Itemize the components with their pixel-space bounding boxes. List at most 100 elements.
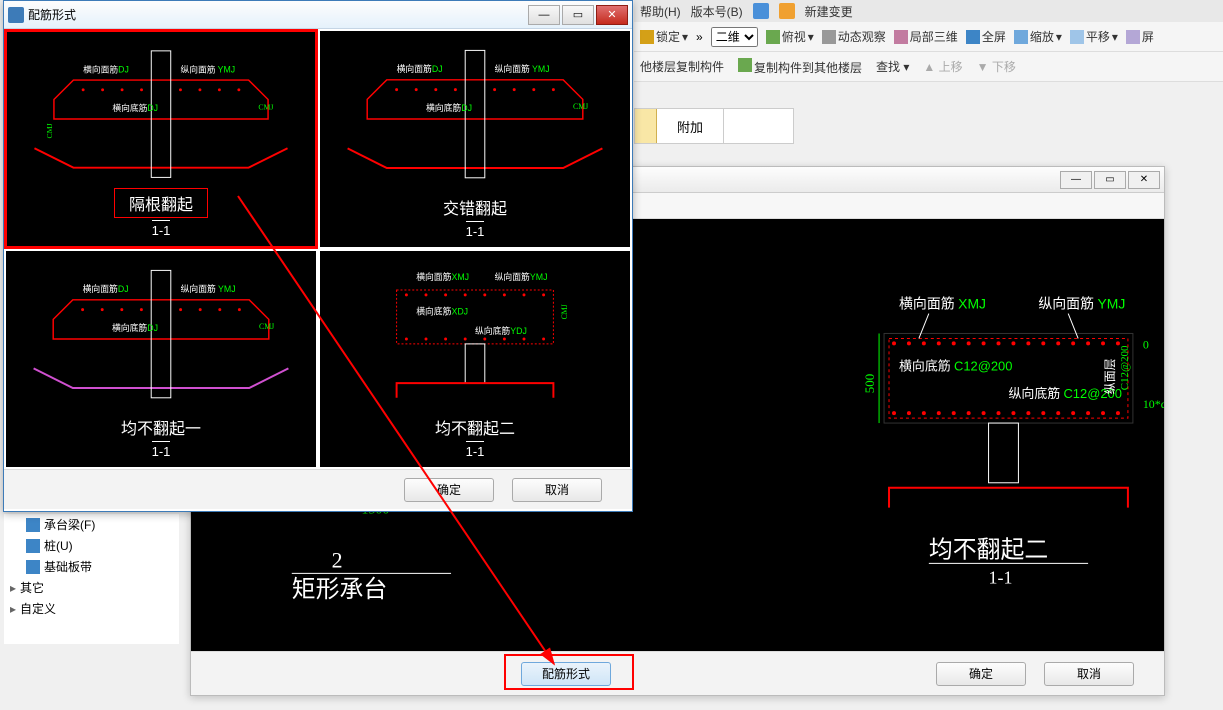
caption-right: 均不翻起二 bbox=[929, 536, 1048, 563]
attach-tabbar: 附加 bbox=[634, 108, 794, 144]
copy-icon bbox=[738, 58, 752, 72]
tab-attach[interactable]: 附加 bbox=[657, 109, 724, 143]
local3d-button[interactable]: 局部三维 bbox=[894, 28, 958, 45]
detail-dialog-buttons: 配筋形式 确定 取消 bbox=[191, 651, 1164, 695]
svg-text:纵向面筋 YMJ: 纵向面筋 YMJ bbox=[495, 63, 550, 74]
rebar-option-junbu1[interactable]: 横向面筋DJ 纵向面筋 YMJ 横向底筋DJ CMJ 均不翻起一 1-1 bbox=[4, 249, 318, 469]
copy-from-floor-button[interactable]: 他楼层复制构件 bbox=[640, 58, 724, 75]
cube-icon bbox=[894, 30, 908, 44]
fullscreen-icon bbox=[966, 30, 980, 44]
dim-500: 500 bbox=[862, 374, 877, 393]
svg-text:横向面筋XMJ: 横向面筋XMJ bbox=[416, 271, 469, 282]
svg-text:横向面筋 XMJ: 横向面筋 XMJ bbox=[899, 296, 986, 313]
lock-button[interactable]: 锁定 ▾ bbox=[640, 28, 688, 45]
lookdown-icon bbox=[766, 30, 780, 44]
toolbar-row-1: 锁定 ▾ » 二维 俯视 ▾ 动态观察 局部三维 全屏 缩放 ▾ 平移 ▾ 屏 bbox=[634, 22, 1223, 52]
svg-text:横向面筋DJ: 横向面筋DJ bbox=[397, 63, 443, 74]
component-tree: 承台梁(F) 桩(U) 基础板带 ▸ 其它 ▸ 自定义 bbox=[4, 514, 179, 644]
screen-button[interactable]: 屏 bbox=[1126, 28, 1154, 45]
rebar-dialog-buttons: 确定 取消 bbox=[4, 469, 632, 509]
close-button[interactable]: ✕ bbox=[596, 5, 628, 25]
svg-text:纵向底筋YDJ: 纵向底筋YDJ bbox=[475, 325, 527, 336]
rebar-option-junbu2[interactable]: 横向面筋XMJ 纵向面筋YMJ 横向底筋XDJ 纵向底筋YDJ CMJ 均不翻起… bbox=[318, 249, 632, 469]
svg-text:横向底筋XDJ: 横向底筋XDJ bbox=[416, 306, 468, 317]
caption-left-sub: 2 bbox=[332, 547, 343, 572]
viewmode-select[interactable]: 二维 bbox=[711, 27, 758, 47]
find-button[interactable]: 查找 ▾ bbox=[876, 58, 909, 75]
toolbar-row-2: 他楼层复制构件 复制构件到其他楼层 查找 ▾ ▲ 上移 ▼ 下移 bbox=[634, 52, 1223, 82]
main-menubar: 帮助(H) 版本号(B) 新建变更 bbox=[634, 0, 1223, 22]
lock-icon bbox=[640, 30, 654, 44]
svg-text:横向底筋DJ: 横向底筋DJ bbox=[112, 322, 158, 333]
app-icon bbox=[753, 3, 769, 19]
rebar-option-jiaocuo[interactable]: 横向面筋DJ 纵向面筋 YMJ 横向底筋DJ CMJ 交错翻起 1-1 bbox=[318, 29, 632, 249]
close-button[interactable]: ✕ bbox=[1128, 171, 1160, 189]
rebar-cancel-button[interactable]: 取消 bbox=[512, 478, 602, 502]
svg-text:横向面筋DJ: 横向面筋DJ bbox=[83, 63, 129, 74]
svg-text:横向底筋 C12@200: 横向底筋 C12@200 bbox=[899, 358, 1012, 373]
minimize-button[interactable]: — bbox=[528, 5, 560, 25]
detail-ok-button[interactable]: 确定 bbox=[936, 662, 1026, 686]
zoom-icon bbox=[1014, 30, 1028, 44]
svg-text:CMJ: CMJ bbox=[45, 123, 54, 138]
minimize-button[interactable]: — bbox=[1060, 171, 1092, 189]
option-caption: 隔根翻起 1-1 bbox=[7, 188, 315, 240]
option-caption: 均不翻起二 1-1 bbox=[320, 415, 630, 461]
dynobs-button[interactable]: 动态观察 bbox=[822, 28, 886, 45]
svg-text:CMJ: CMJ bbox=[560, 304, 569, 319]
dialog-icon bbox=[8, 7, 24, 23]
movedown-button[interactable]: ▼ 下移 bbox=[977, 58, 1016, 75]
svg-text:横向面筋DJ: 横向面筋DJ bbox=[83, 283, 129, 294]
svg-text:横向底筋DJ: 横向底筋DJ bbox=[426, 102, 472, 113]
detail-cancel-button[interactable]: 取消 bbox=[1044, 662, 1134, 686]
svg-text:纵向面筋 YMJ: 纵向面筋 YMJ bbox=[181, 283, 236, 294]
rebar-form-dialog: 配筋形式 — ▭ ✕ 横向面筋DJ 纵向面筋 YMJ 横向底筋DJ CMJ CM… bbox=[3, 0, 633, 512]
svg-text:CMJ: CMJ bbox=[259, 322, 274, 331]
rebar-option-gegen[interactable]: 横向面筋DJ 纵向面筋 YMJ 横向底筋DJ CMJ CMJ 隔根翻起 1-1 bbox=[4, 29, 318, 249]
option-caption: 交错翻起 1-1 bbox=[320, 195, 630, 241]
svg-text:CMJ: CMJ bbox=[573, 102, 588, 111]
folder-icon bbox=[635, 109, 657, 143]
lookdown-button[interactable]: 俯视 ▾ bbox=[766, 28, 814, 45]
dim-0: 0 bbox=[1143, 337, 1149, 351]
tree-item-chengtailiang[interactable]: 承台梁(F) bbox=[4, 514, 179, 535]
refresh-icon bbox=[779, 3, 795, 19]
moveup-button[interactable]: ▲ 上移 bbox=[923, 58, 962, 75]
fullscreen-button[interactable]: 全屏 bbox=[966, 28, 1006, 45]
maximize-button[interactable]: ▭ bbox=[1094, 171, 1126, 189]
zoom-button[interactable]: 缩放 ▾ bbox=[1014, 28, 1062, 45]
tree-item-custom[interactable]: ▸ 自定义 bbox=[4, 598, 179, 619]
svg-text:纵向面筋YMJ: 纵向面筋YMJ bbox=[495, 271, 548, 282]
menu-version[interactable]: 版本号(B) bbox=[691, 3, 743, 20]
tree-item-jichubandai[interactable]: 基础板带 bbox=[4, 556, 179, 577]
svg-text:C12@200: C12@200 bbox=[1119, 345, 1131, 390]
rebar-form-button[interactable]: 配筋形式 bbox=[521, 662, 611, 686]
svg-text:横向底筋DJ: 横向底筋DJ bbox=[112, 102, 158, 113]
pile-icon bbox=[26, 539, 40, 553]
expand-icon[interactable]: » bbox=[696, 30, 703, 44]
orbit-icon bbox=[822, 30, 836, 44]
rebar-option-grid: 横向面筋DJ 纵向面筋 YMJ 横向底筋DJ CMJ CMJ 隔根翻起 1-1 bbox=[4, 29, 632, 469]
rebar-ok-button[interactable]: 确定 bbox=[404, 478, 494, 502]
copy-to-floor-button[interactable]: 复制构件到其他楼层 bbox=[738, 58, 862, 76]
svg-text:CMJ: CMJ bbox=[258, 102, 273, 111]
pan-icon bbox=[1070, 30, 1084, 44]
dim-10d: 10*d bbox=[1143, 397, 1164, 411]
maximize-button[interactable]: ▭ bbox=[562, 5, 594, 25]
svg-text:纵向面筋 YMJ: 纵向面筋 YMJ bbox=[180, 63, 235, 74]
option-caption: 均不翻起一 1-1 bbox=[6, 415, 316, 461]
tree-item-other[interactable]: ▸ 其它 bbox=[4, 577, 179, 598]
strip-icon bbox=[26, 560, 40, 574]
caption-left: 矩形承台 bbox=[292, 576, 388, 603]
caption-right-sub: 1-1 bbox=[989, 567, 1013, 587]
rebar-dialog-titlebar: 配筋形式 — ▭ ✕ bbox=[4, 1, 632, 29]
rebar-dialog-title: 配筋形式 bbox=[28, 6, 76, 23]
svg-text:纵向面筋 YMJ: 纵向面筋 YMJ bbox=[1038, 296, 1125, 313]
tree-item-zhuang[interactable]: 桩(U) bbox=[4, 535, 179, 556]
svg-text:纵面层: 纵面层 bbox=[1103, 358, 1117, 394]
screen-icon bbox=[1126, 30, 1140, 44]
menu-newchange[interactable]: 新建变更 bbox=[805, 3, 853, 20]
beam-icon bbox=[26, 518, 40, 532]
menu-help[interactable]: 帮助(H) bbox=[640, 3, 681, 20]
pan-button[interactable]: 平移 ▾ bbox=[1070, 28, 1118, 45]
